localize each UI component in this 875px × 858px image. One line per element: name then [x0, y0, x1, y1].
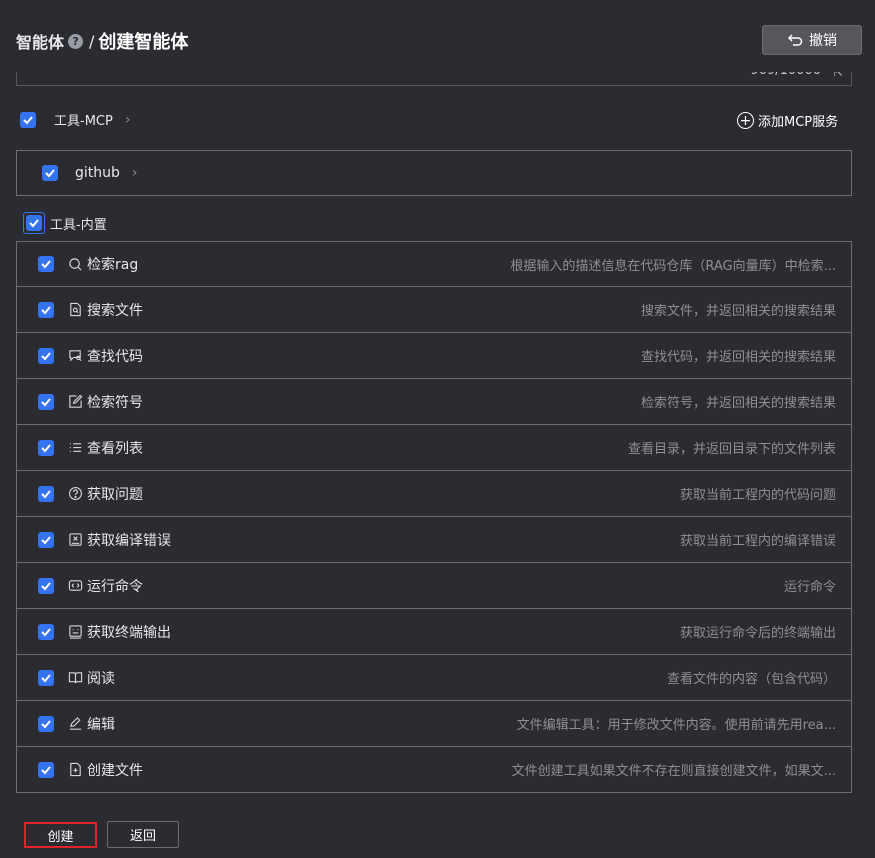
- tool-checkbox[interactable]: [38, 301, 54, 318]
- tool-row: 创建文件 文件创建工具如果文件不存在则直接创建文件，如果文...: [16, 747, 852, 793]
- tool-name: 搜索文件: [87, 302, 143, 319]
- undo-button[interactable]: 撤销: [762, 25, 862, 55]
- file-add-icon: [67, 762, 83, 778]
- edit-box-icon: [67, 394, 83, 410]
- list-icon: [67, 440, 83, 456]
- tool-checkbox[interactable]: [38, 623, 54, 640]
- mcp-tools-label: 工具-MCP: [54, 114, 113, 129]
- tool-description: 根据输入的描述信息在代码仓库（RAG向量库）中检索...: [510, 259, 836, 274]
- file-search-icon: [67, 302, 83, 318]
- builtin-tools-group: 工具-内置: [23, 212, 107, 234]
- tool-name: 查找代码: [87, 348, 143, 365]
- tool-row: 检索rag 根据输入的描述信息在代码仓库（RAG向量库）中检索...: [16, 241, 852, 287]
- github-label: github: [75, 165, 120, 181]
- builtin-tools-label: 工具-内置: [50, 217, 107, 233]
- tool-description: 文件创建工具如果文件不存在则直接创建文件，如果文...: [511, 764, 836, 779]
- tool-row: 检索符号 检索符号，并返回相关的搜索结果: [16, 379, 852, 425]
- tool-description: 查看目录，并返回目录下的文件列表: [627, 442, 836, 457]
- tool-checkbox[interactable]: [38, 577, 54, 594]
- tool-row: 查找代码 查找代码，并返回相关的搜索结果: [16, 333, 852, 379]
- tool-name: 获取编译错误: [87, 532, 171, 549]
- tool-description: 文件编辑工具：用于修改文件内容。使用前请先用rea...: [516, 718, 836, 733]
- terminal-icon: [67, 624, 83, 640]
- tool-row: 运行命令 运行命令: [16, 563, 852, 609]
- tool-row: 获取终端输出 获取运行命令后的终端输出: [16, 609, 852, 655]
- tool-description: 获取当前工程内的编译错误: [679, 534, 836, 549]
- tool-description: 获取当前工程内的代码问题: [679, 488, 836, 503]
- tool-row: 阅读 查看文件的内容（包含代码）: [16, 655, 852, 701]
- breadcrumb-parent[interactable]: 智能体: [16, 29, 64, 53]
- tool-row: 获取编译错误 获取当前工程内的编译错误: [16, 517, 852, 563]
- build-error-icon: [67, 532, 83, 548]
- add-mcp-label: 添加MCP服务: [758, 115, 839, 130]
- builtin-tools-checkbox[interactable]: [23, 212, 45, 234]
- tool-description: 查找代码，并返回相关的搜索结果: [640, 350, 836, 365]
- add-mcp-service-button[interactable]: + 添加MCP服务: [737, 111, 838, 130]
- search-icon: [67, 256, 83, 272]
- tool-checkbox[interactable]: [38, 485, 54, 502]
- undo-label: 撤销: [809, 33, 837, 49]
- chevron-right-icon[interactable]: ›: [125, 112, 131, 128]
- create-button[interactable]: 创建: [24, 822, 97, 848]
- tool-name: 获取终端输出: [87, 624, 171, 641]
- tool-name: 检索符号: [87, 394, 143, 411]
- mcp-server-item: github ›: [16, 150, 852, 196]
- undo-icon: [787, 34, 803, 46]
- tool-name: 查看列表: [87, 440, 143, 457]
- page-header: 智能体 ? / 创建智能体 撤销: [0, 0, 875, 72]
- mcp-tools-group: 工具-MCP ›: [20, 110, 130, 129]
- chevron-right-icon[interactable]: ›: [132, 165, 138, 181]
- plus-circle-icon: +: [737, 112, 754, 129]
- tool-row: 搜索文件 搜索文件，并返回相关的搜索结果: [16, 287, 852, 333]
- mcp-tools-checkbox[interactable]: [20, 111, 36, 128]
- breadcrumb: 智能体 ? / 创建智能体: [16, 28, 188, 54]
- code-bracket-icon: [67, 578, 83, 594]
- tool-checkbox[interactable]: [38, 669, 54, 686]
- tool-checkbox[interactable]: [38, 256, 54, 272]
- tool-name: 运行命令: [87, 578, 143, 595]
- tool-name: 编辑: [87, 716, 115, 733]
- tool-description: 检索符号，并返回相关的搜索结果: [640, 396, 836, 411]
- tool-description: 查看文件的内容（包含代码）: [666, 672, 836, 687]
- breadcrumb-separator: /: [89, 31, 95, 51]
- pencil-icon: [67, 716, 83, 732]
- builtin-tools-list: 检索rag 根据输入的描述信息在代码仓库（RAG向量库）中检索... 搜索文件 …: [16, 241, 852, 794]
- tool-name: 阅读: [87, 670, 115, 687]
- tool-checkbox[interactable]: [38, 439, 54, 456]
- form-footer: 创建 返回: [0, 794, 875, 858]
- tool-name: 检索rag: [87, 257, 139, 273]
- page-title: 创建智能体: [98, 32, 189, 53]
- tool-name: 创建文件: [87, 762, 143, 779]
- help-icon[interactable]: ?: [68, 33, 84, 49]
- tool-row: 获取问题 获取当前工程内的代码问题: [16, 471, 852, 517]
- question-circle-icon: [67, 486, 83, 502]
- tool-description: 搜索文件，并返回相关的搜索结果: [640, 304, 836, 319]
- tool-checkbox[interactable]: [38, 761, 54, 778]
- tool-checkbox[interactable]: [38, 531, 54, 548]
- back-button[interactable]: 返回: [107, 821, 179, 848]
- tool-description: 运行命令: [783, 580, 836, 595]
- tool-row: 查看列表 查看目录，并返回目录下的文件列表: [16, 425, 852, 471]
- tool-name: 获取问题: [87, 486, 143, 503]
- book-icon: [67, 670, 83, 686]
- tool-description: 获取运行命令后的终端输出: [679, 626, 836, 641]
- code-search-icon: [67, 348, 83, 364]
- tool-checkbox[interactable]: [38, 715, 54, 732]
- tool-checkbox[interactable]: [38, 347, 54, 364]
- tool-row: 编辑 文件编辑工具：用于修改文件内容。使用前请先用rea...: [16, 701, 852, 747]
- github-checkbox[interactable]: [42, 165, 58, 181]
- tool-checkbox[interactable]: [38, 393, 54, 410]
